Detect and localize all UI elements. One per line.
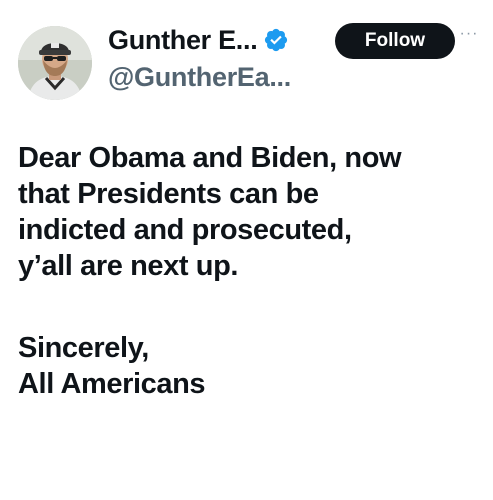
avatar-image xyxy=(18,26,92,100)
avatar[interactable] xyxy=(18,26,92,100)
tweet-text: Dear Obama and Biden, now that President… xyxy=(18,140,480,402)
tweet-text-line: that Presidents can be xyxy=(18,178,319,210)
verified-badge-icon[interactable] xyxy=(263,27,289,53)
display-name[interactable]: Gunther E... xyxy=(108,25,258,56)
tweet-header: Gunther E... @GuntherEa... Follow ··· xyxy=(18,22,478,102)
signoff-line: All Americans xyxy=(18,368,206,400)
paragraph-break xyxy=(18,284,480,330)
tweet-text-line: Dear Obama and Biden, now xyxy=(18,142,402,174)
tweet-text-line: y’all are next up. xyxy=(18,250,239,282)
signoff-line: Sincerely, xyxy=(18,332,149,364)
more-options-icon[interactable]: ··· xyxy=(458,26,480,46)
follow-button[interactable]: Follow xyxy=(335,23,455,59)
display-name-row: Gunther E... xyxy=(108,22,328,58)
user-handle[interactable]: @GuntherEa... xyxy=(108,62,328,93)
tweet-text-line: indicted and prosecuted, xyxy=(18,214,352,246)
author-info[interactable]: Gunther E... @GuntherEa... xyxy=(108,22,328,93)
tweet-card: Gunther E... @GuntherEa... Follow ··· De… xyxy=(0,0,493,500)
